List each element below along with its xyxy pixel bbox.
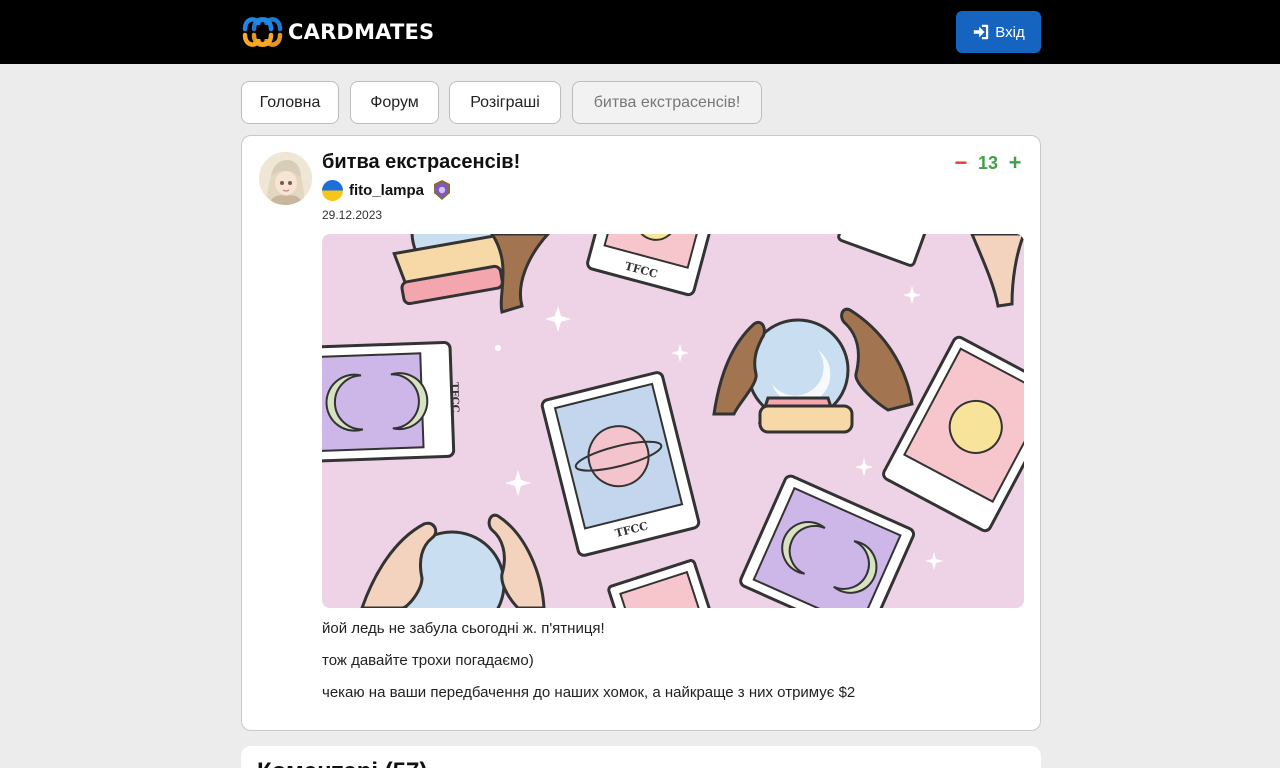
vote-score: 13 (977, 152, 998, 173)
avatar[interactable] (259, 152, 312, 205)
nav-forum-button[interactable]: Форум (350, 81, 439, 124)
svg-text:TFCC: TFCC (448, 382, 460, 413)
logo-text: CARDMATES (288, 20, 435, 44)
author-name-link[interactable]: fito_lampa (349, 182, 424, 199)
post-body-line: тож давайте трохи погадаємо) (322, 652, 534, 669)
sign-in-icon (974, 24, 989, 40)
downvote-button[interactable]: − (954, 152, 968, 174)
post-card: битва екстрасенсів! fito_lampa 29.12.202… (241, 135, 1041, 731)
login-button[interactable]: Вхід (956, 11, 1041, 53)
ukraine-flag-icon (322, 179, 343, 201)
comments-section: Коментарі (57) (241, 746, 1041, 768)
nav-current-page: битва екстрасенсів! (572, 81, 762, 124)
post-body-line: чекаю на ваши передбачення до наших хомо… (322, 684, 856, 701)
post-title: битва екстрасенсів! (322, 151, 521, 173)
nav-home-button[interactable]: Головна (241, 81, 339, 124)
upvote-button[interactable]: + (1008, 152, 1022, 174)
author-row: fito_lampa (322, 179, 453, 201)
logo-icon (242, 17, 283, 47)
comments-title: Коментарі (57) (257, 758, 427, 768)
vote-widget: − 13 + (954, 152, 1022, 174)
top-bar: CARDMATES Вхід (0, 0, 1280, 64)
login-label: Вхід (995, 23, 1025, 41)
post-body-line: йой ледь не забула сьогодні ж. п'ятниця! (322, 620, 605, 637)
post-date: 29.12.2023 (322, 208, 383, 222)
post-image: TFCC TFCC TFCC (322, 234, 1024, 608)
site-logo[interactable]: CARDMATES (241, 11, 434, 53)
rank-badge-icon (434, 180, 451, 200)
nav-giveaways-button[interactable]: Розіграші (449, 81, 561, 124)
